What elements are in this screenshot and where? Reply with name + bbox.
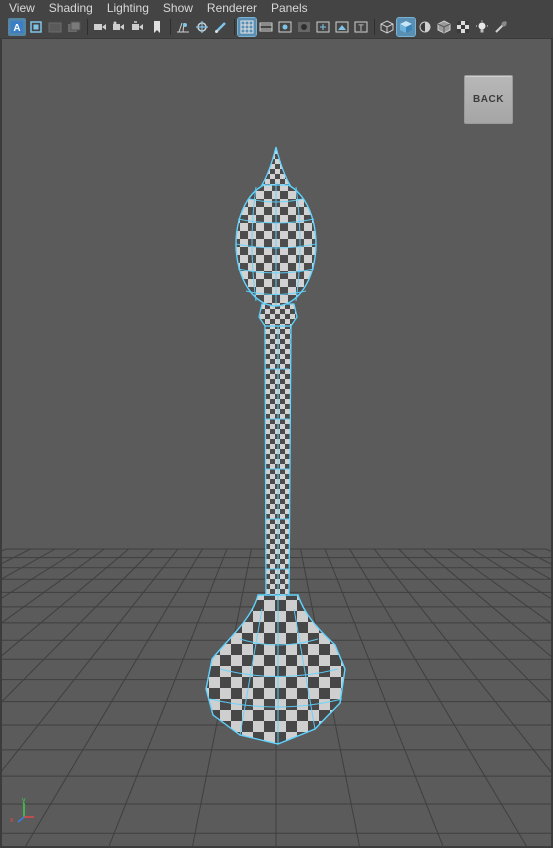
lamp-collar bbox=[258, 303, 298, 327]
y-axis-label: y bbox=[22, 797, 26, 804]
half-sphere-icon[interactable] bbox=[416, 18, 434, 36]
toolbar-separator bbox=[87, 19, 88, 35]
menu-view[interactable]: View bbox=[2, 0, 42, 16]
select-camera-icon[interactable]: A bbox=[8, 18, 26, 36]
safe-title-icon[interactable]: T bbox=[352, 18, 370, 36]
svg-text:A: A bbox=[13, 23, 20, 34]
menu-show[interactable]: Show bbox=[156, 0, 200, 16]
resolution-toggle-icon[interactable] bbox=[276, 18, 294, 36]
wireframe-grid-icon[interactable] bbox=[237, 17, 257, 37]
magnet-icon[interactable] bbox=[193, 18, 211, 36]
menu-lighting[interactable]: Lighting bbox=[100, 0, 156, 16]
panel-toolbar: A T bbox=[0, 16, 553, 38]
paint-icon[interactable] bbox=[212, 18, 230, 36]
image-plane-icon[interactable] bbox=[65, 18, 83, 36]
menu-shading[interactable]: Shading bbox=[42, 0, 100, 16]
checker-icon[interactable] bbox=[454, 18, 472, 36]
maya-viewport-panel: View Shading Lighting Show Renderer Pane… bbox=[0, 0, 553, 848]
toolbar-separator bbox=[170, 19, 171, 35]
wireframe-cube-icon[interactable] bbox=[378, 18, 396, 36]
back-button[interactable]: BACK bbox=[464, 75, 513, 124]
gate-mask-icon[interactable] bbox=[295, 18, 313, 36]
menu-panels[interactable]: Panels bbox=[264, 0, 315, 16]
viewport-border bbox=[0, 38, 2, 848]
camera-icon[interactable] bbox=[91, 18, 109, 36]
menu-renderer[interactable]: Renderer bbox=[200, 0, 264, 16]
x-axis-label: x bbox=[10, 817, 14, 824]
z-axis-line bbox=[17, 816, 25, 823]
bookmarks-icon[interactable] bbox=[46, 18, 64, 36]
grid-icon[interactable] bbox=[174, 18, 192, 36]
film-gate-icon[interactable] bbox=[110, 18, 128, 36]
toolbar-separator bbox=[234, 19, 235, 35]
bookmark-icon[interactable] bbox=[148, 18, 166, 36]
scene-canvas bbox=[0, 146, 553, 848]
panel-menu-bar: View Shading Lighting Show Renderer Pane… bbox=[0, 0, 553, 16]
3d-viewport[interactable]: BACK y x bbox=[0, 38, 553, 848]
resolution-gate-icon[interactable] bbox=[129, 18, 147, 36]
isolate-icon[interactable] bbox=[435, 18, 453, 36]
lamp-post-model bbox=[205, 146, 346, 745]
field-chart-icon[interactable] bbox=[314, 18, 332, 36]
more-icon[interactable] bbox=[492, 18, 510, 36]
toolbar-separator bbox=[374, 19, 375, 35]
camera-attributes-icon[interactable] bbox=[27, 18, 45, 36]
lamp-base bbox=[205, 594, 346, 745]
shaded-cube-icon[interactable] bbox=[396, 17, 416, 37]
axis-gizmo: y x bbox=[10, 797, 34, 824]
light-bulb-icon[interactable] bbox=[473, 18, 491, 36]
safe-action-icon[interactable] bbox=[333, 18, 351, 36]
svg-text:T: T bbox=[358, 23, 364, 33]
film-gate-toggle-icon[interactable] bbox=[257, 18, 275, 36]
lamp-tip bbox=[260, 146, 292, 186]
